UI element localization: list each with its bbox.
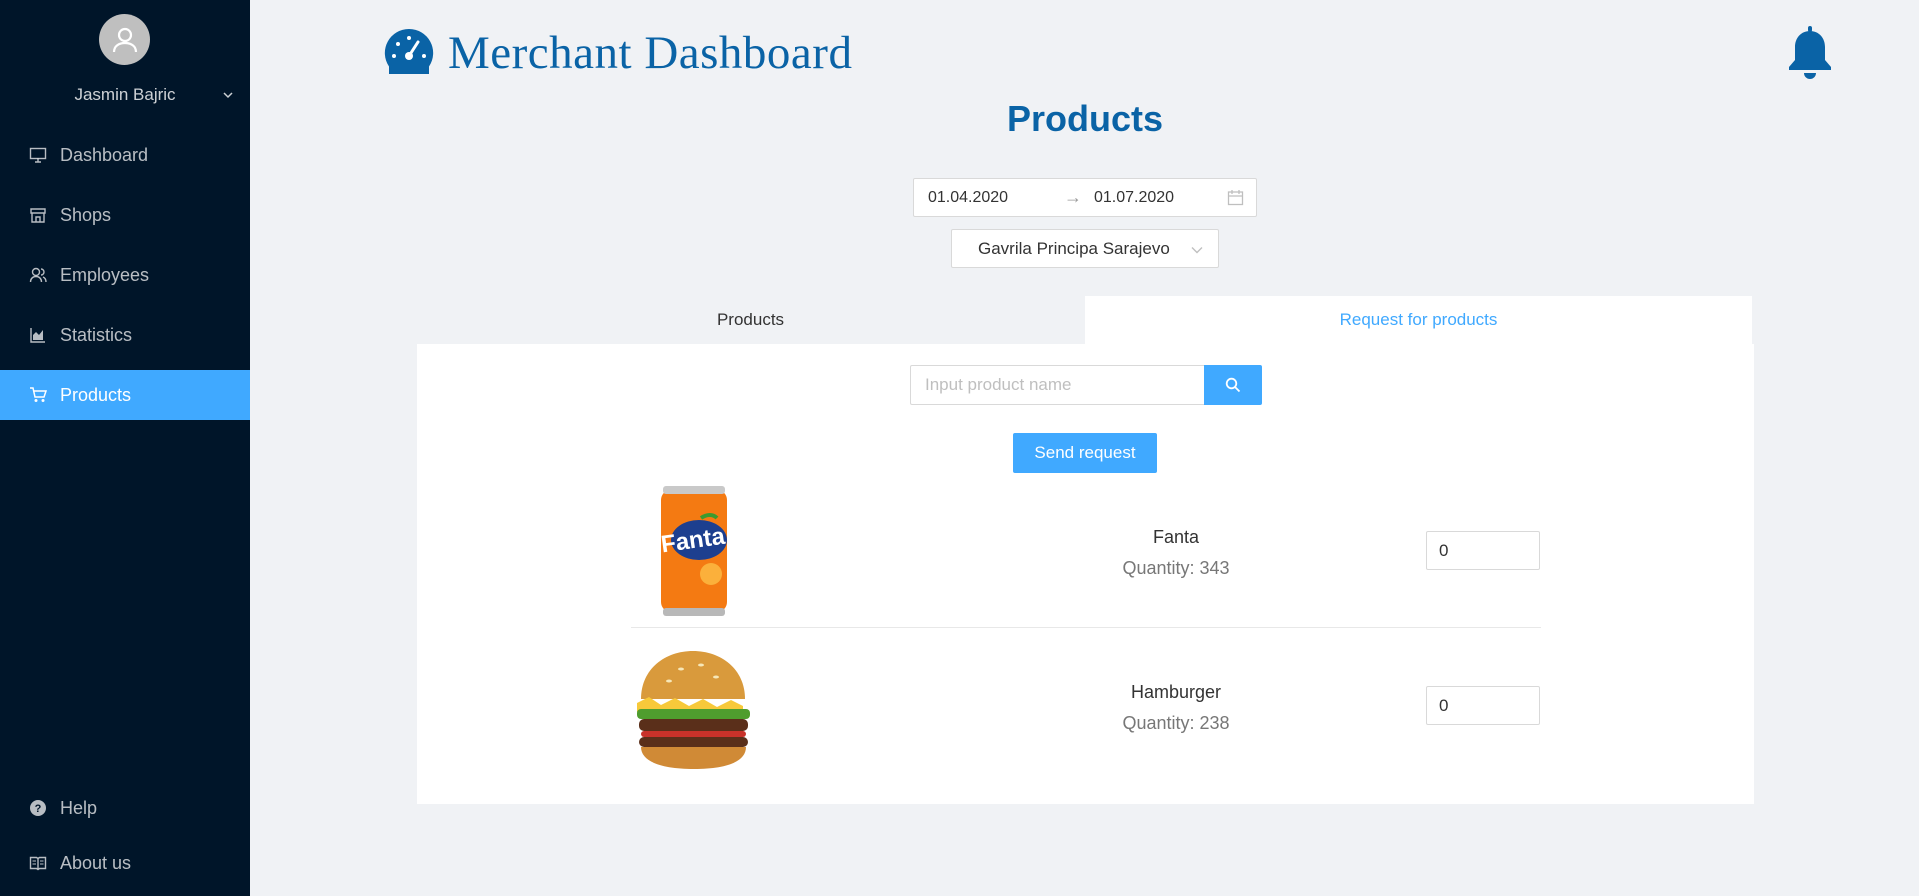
brand: Merchant Dashboard	[384, 26, 852, 80]
page-title: Products	[1006, 98, 1164, 139]
svg-text:?: ?	[35, 803, 42, 815]
date-range-picker[interactable]: 01.04.2020 → 01.07.2020	[913, 178, 1257, 217]
sidebar-bottom-nav: ? Help About us	[0, 788, 250, 896]
tab-request-for-products[interactable]: Request for products	[1085, 296, 1752, 344]
fanta-can-image: Fanta	[659, 486, 727, 616]
sidebar-item-statistics[interactable]: Statistics	[0, 310, 250, 360]
search-icon	[1225, 377, 1241, 393]
product-search	[910, 365, 1262, 405]
shop-select-value: Gavrila Principa Sarajevo	[978, 238, 1170, 258]
sidebar-item-shops[interactable]: Shops	[0, 190, 250, 240]
shop-select[interactable]: Gavrila Principa Sarajevo	[951, 229, 1219, 268]
question-circle-icon: ?	[28, 798, 48, 818]
sidebar-item-employees[interactable]: Employees	[0, 250, 250, 300]
tab-products[interactable]: Products	[417, 296, 1084, 344]
product-quantity: Quantity: 343	[1122, 558, 1230, 578]
monitor-icon	[28, 145, 48, 165]
sidebar-item-label: Dashboard	[60, 144, 149, 165]
calendar-icon[interactable]	[1227, 189, 1244, 211]
date-to[interactable]: 01.07.2020	[1094, 189, 1174, 207]
date-from[interactable]: 01.04.2020	[928, 189, 1008, 207]
dashboard-gauge-icon	[384, 28, 434, 74]
sidebar-nav: Dashboard Shops Employees Statistics Pro…	[0, 130, 250, 430]
product-row: Hamburger Quantity: 238	[631, 629, 1541, 785]
bell-icon[interactable]	[1786, 26, 1834, 80]
sidebar-item-label: Shops	[60, 204, 112, 225]
product-name: Hamburger	[1130, 682, 1222, 702]
sidebar-item-label: Employees	[60, 264, 150, 285]
arrow-right-icon: →	[1064, 187, 1082, 207]
product-name: Fanta	[1152, 527, 1200, 547]
app-title: Merchant Dashboard	[448, 27, 853, 79]
request-quantity-input[interactable]	[1426, 531, 1540, 570]
book-icon	[28, 853, 48, 873]
product-row: Fanta Fanta Quantity: 343	[631, 472, 1541, 628]
sidebar-item-label: About us	[60, 852, 132, 873]
search-button[interactable]	[1204, 365, 1262, 405]
sidebar-item-label: Statistics	[60, 324, 133, 345]
request-quantity-input[interactable]	[1426, 686, 1540, 725]
cart-icon	[28, 385, 48, 405]
area-chart-icon	[28, 325, 48, 345]
user-icon	[112, 27, 137, 52]
sidebar-item-about[interactable]: About us	[0, 843, 250, 883]
sidebar-item-products[interactable]: Products	[0, 370, 250, 420]
sidebar-item-label: Products	[60, 384, 132, 405]
sidebar-item-help[interactable]: ? Help	[0, 788, 250, 828]
hamburger-image	[637, 651, 750, 769]
sidebar-item-label: Help	[60, 797, 98, 818]
send-request-button[interactable]: Send request	[1013, 433, 1157, 473]
users-icon	[28, 265, 48, 285]
search-input[interactable]	[910, 365, 1204, 405]
product-quantity: Quantity: 238	[1122, 713, 1230, 733]
shop-icon	[28, 205, 48, 225]
avatar[interactable]	[99, 14, 150, 65]
chevron-down-icon[interactable]	[1190, 242, 1204, 262]
